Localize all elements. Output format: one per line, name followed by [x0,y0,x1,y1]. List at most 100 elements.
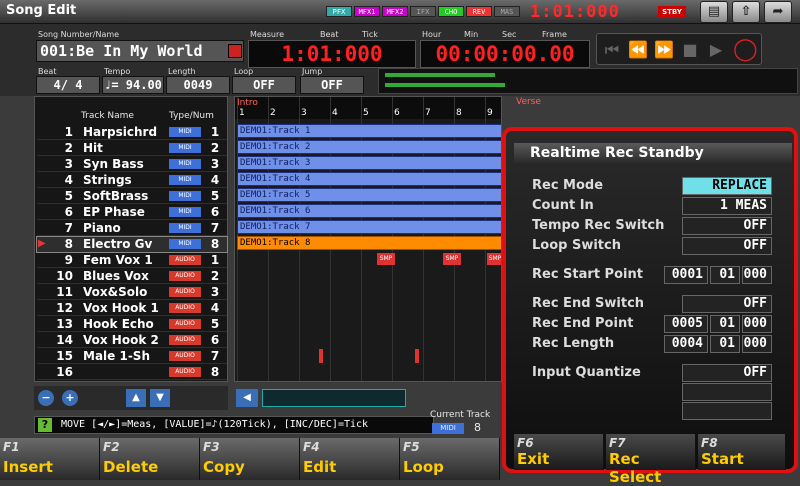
track-row[interactable]: 16 AUDIO 8 [37,365,227,380]
track-type-number: 8 [210,237,220,251]
zoom-in-icon[interactable]: + [62,390,78,406]
track-row[interactable]: 1 Harpsichrd MIDI 1 [37,125,227,140]
loop-switch-field[interactable]: OFF [682,237,772,255]
help-icon: ? [38,418,52,432]
zoom-out-icon[interactable]: − [38,390,54,406]
track-row[interactable]: 11 Vox&Solo AUDIO 3 [37,285,227,300]
f1-insert-button[interactable]: F1 Insert [0,438,100,480]
audio-event-4[interactable] [319,349,323,363]
fx-cho-indicator[interactable]: CHO [438,6,464,17]
f6-exit-button[interactable]: F6 Exit [514,434,604,470]
audio-event-2[interactable]: SMP [443,253,461,265]
track-row[interactable]: 2 Hit MIDI 2 [37,141,227,156]
scroll-up-icon[interactable]: ▲ [126,389,146,407]
midi-clip[interactable]: DEMO1:Track 5 [237,188,501,202]
fx-mas-indicator[interactable]: MAS [494,6,520,17]
rec-end-tick[interactable]: 000 [742,315,772,333]
midi-clip[interactable]: DEMO1:Track 1 [237,124,501,138]
track-row[interactable]: 13 Hook Echo AUDIO 5 [37,317,227,332]
fx-rev-indicator[interactable]: REV [466,6,492,17]
rec-mode-field[interactable]: REPLACE [682,177,772,195]
midi-clip[interactable]: DEMO1:Track 8 [237,236,501,250]
beat-label: Beat [38,67,57,76]
min-label: Min [464,30,479,39]
track-row[interactable]: 6 EP Phase MIDI 6 [37,205,227,220]
track-row[interactable]: 5 SoftBrass MIDI 5 [37,189,227,204]
track-row[interactable]: 14 Vox Hook 2 AUDIO 6 [37,333,227,348]
track-number: 2 [64,141,73,155]
fast-forward-icon[interactable]: ⏩ [653,39,675,61]
scroll-left-icon[interactable]: ◀ [236,389,258,407]
stby-badge: STBY [658,6,686,18]
f7-rec-select-button[interactable]: F7 Rec Select [606,434,696,486]
length-field[interactable]: 0049 [166,76,230,94]
f3-copy-button[interactable]: F3 Copy [200,438,300,480]
song-select-button[interactable] [228,44,242,58]
jump-field[interactable]: OFF [300,76,364,94]
rec-length-tick[interactable]: 000 [742,335,772,353]
midi-clip[interactable]: DEMO1:Track 7 [237,220,501,234]
f2-delete-button[interactable]: F2 Delete [100,438,200,480]
stop-icon[interactable]: ■ [679,39,701,61]
track-type-number: 1 [210,253,220,267]
track-row[interactable]: 12 Vox Hook 1 AUDIO 4 [37,301,227,316]
measure-position-display[interactable]: 1:01:000 [248,40,416,68]
rec-start-beat[interactable]: 01 [710,266,740,284]
track-type-badge: AUDIO [169,319,201,329]
sec-label: Sec [502,30,517,39]
track-number: 11 [56,285,73,299]
count-in-label: Count In [532,198,594,213]
track-name: Vox Hook 1 [83,301,159,315]
audio-event-1[interactable]: SMP [377,253,395,265]
menu-icon[interactable]: ▤ [700,1,728,23]
input-quantize-field[interactable]: OFF [682,364,772,382]
rec-length-beat[interactable]: 01 [710,335,740,353]
midi-clip[interactable]: DEMO1:Track 2 [237,140,501,154]
track-type-number: 3 [210,157,220,171]
horizontal-scrollbar[interactable] [262,389,406,407]
midi-clip[interactable]: DEMO1:Track 3 [237,156,501,170]
fx-mfx2-indicator[interactable]: MFX2 [382,6,408,17]
rec-end-beat[interactable]: 01 [710,315,740,333]
tempo-rec-switch-field[interactable]: OFF [682,217,772,235]
midi-clip[interactable]: DEMO1:Track 4 [237,172,501,186]
track-row[interactable]: 4 Strings MIDI 4 [37,173,227,188]
rec-end-switch-field[interactable]: OFF [682,295,772,313]
rec-end-measure[interactable]: 0005 [664,315,708,333]
f8-start-button[interactable]: F8 Start [698,434,786,470]
track-type-badge: AUDIO [169,303,201,313]
track-type-number: 4 [210,173,220,187]
tempo-field[interactable]: ♩= 94.00 [102,76,164,94]
up-arrow-icon[interactable]: ⇧ [732,1,760,23]
track-row[interactable]: ▶ 8 Electro Gv MIDI 8 [36,236,228,253]
loop-field[interactable]: OFF [232,76,296,94]
play-icon[interactable]: ▶ [705,39,727,61]
track-row[interactable]: 15 Male 1-Sh AUDIO 7 [37,349,227,364]
fx-ifx-indicator[interactable]: IFX [410,6,436,17]
to-top-icon[interactable]: ⏮ [601,39,623,61]
track-grid[interactable]: Intro 1 2 3 4 5 6 7 8 9 DEMO1:Track 1 DEMO1:Track… [234,96,502,382]
rec-start-measure[interactable]: 0001 [664,266,708,284]
jump-icon[interactable]: ➦ [764,1,792,23]
scroll-down-icon[interactable]: ▼ [150,389,170,407]
track-row[interactable]: 9 Fem Vox 1 AUDIO 1 [37,253,227,268]
track-name: Hook Echo [83,317,154,331]
audio-event-5[interactable] [415,349,419,363]
midi-clip[interactable]: DEMO1:Track 6 [237,204,501,218]
track-row[interactable]: 7 Piano MIDI 7 [37,221,227,236]
rewind-icon[interactable]: ⏪ [627,39,649,61]
track-number: 16 [56,365,73,379]
rec-start-tick[interactable]: 000 [742,266,772,284]
count-in-field[interactable]: 1 MEAS [682,197,772,215]
audio-event-3[interactable]: SMP [487,253,501,265]
record-icon[interactable]: ◯ [733,39,758,61]
beat-field[interactable]: 4/ 4 [36,76,100,94]
track-row[interactable]: 10 Blues Vox AUDIO 2 [37,269,227,284]
song-name-field[interactable]: 001:Be In My World [36,40,244,62]
f4-edit-button[interactable]: F4 Edit [300,438,400,480]
rec-length-measure[interactable]: 0004 [664,335,708,353]
f5-loop-button[interactable]: F5 Loop [400,438,500,480]
track-row[interactable]: 3 Syn Bass MIDI 3 [37,157,227,172]
fx-pfx-indicator[interactable]: PFX [326,6,352,17]
fx-mfx1-indicator[interactable]: MFX1 [354,6,380,17]
